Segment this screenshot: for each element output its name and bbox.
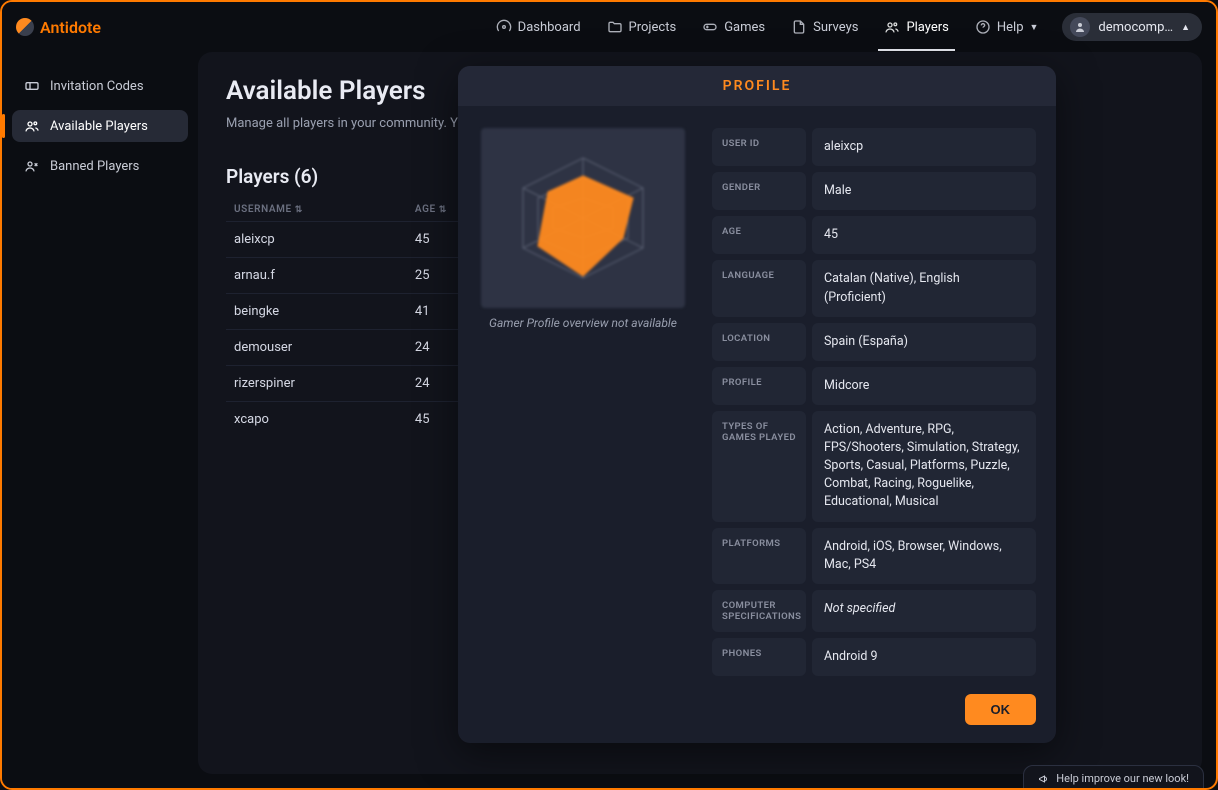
field-value: Midcore	[812, 367, 1036, 405]
chevron-down-icon: ▼	[1030, 22, 1039, 33]
cell-username: rizerspiner	[226, 366, 407, 402]
field-gender: GENDER Male	[712, 172, 1036, 210]
col-label: AGE	[415, 204, 436, 215]
nav-label: Help	[997, 20, 1024, 35]
file-icon	[791, 19, 807, 35]
nav-label: Dashboard	[518, 20, 581, 35]
field-label: PROFILE	[712, 367, 806, 405]
users-icon	[24, 118, 40, 134]
field-age: AGE 45	[712, 216, 1036, 254]
field-value: Not specified	[812, 590, 1036, 632]
sort-icon: ⇅	[295, 205, 303, 215]
col-label: USERNAME	[234, 204, 292, 215]
field-phones: PHONES Android 9	[712, 638, 1036, 676]
field-label: GENDER	[712, 172, 806, 210]
megaphone-icon	[1038, 773, 1050, 785]
field-label: LANGUAGE	[712, 260, 806, 316]
folder-icon	[607, 19, 623, 35]
nav-games[interactable]: Games	[692, 13, 775, 41]
gamepad-icon	[702, 19, 718, 35]
help-improve-label: Help improve our new look!	[1056, 772, 1189, 785]
sidebar-label: Available Players	[50, 119, 148, 134]
nav-projects[interactable]: Projects	[597, 13, 687, 41]
field-value: 45	[812, 216, 1036, 254]
radar-chart	[481, 128, 685, 308]
field-value: Android 9	[812, 638, 1036, 676]
nav-surveys[interactable]: Surveys	[781, 13, 868, 41]
field-value: Android, iOS, Browser, Windows, Mac, PS4	[812, 528, 1036, 584]
chevron-up-icon: ▲	[1181, 22, 1190, 33]
field-label: TYPES OF GAMES PLAYED	[712, 411, 806, 522]
nav-label: Projects	[629, 20, 677, 35]
help-circle-icon	[975, 19, 991, 35]
help-improve-tab[interactable]: Help improve our new look!	[1023, 765, 1204, 790]
sidebar-item-banned-players[interactable]: Banned Players	[12, 150, 188, 182]
cell-username: beingke	[226, 294, 407, 330]
field-platforms: PLATFORMS Android, iOS, Browser, Windows…	[712, 528, 1036, 584]
sort-icon: ⇅	[439, 205, 447, 215]
field-value: Spain (España)	[812, 323, 1036, 361]
gauge-icon	[496, 19, 512, 35]
avatar-icon	[1070, 17, 1090, 37]
sidebar-item-available-players[interactable]: Available Players	[12, 110, 188, 142]
user-x-icon	[24, 158, 40, 174]
field-label: PHONES	[712, 638, 806, 676]
user-label: democomp…	[1098, 20, 1173, 35]
sidebar-item-invitation-codes[interactable]: Invitation Codes	[12, 70, 188, 102]
field-language: LANGUAGE Catalan (Native), English (Prof…	[712, 260, 1036, 316]
field-user-id: USER ID aleixcp	[712, 128, 1036, 166]
users-icon	[884, 19, 900, 35]
field-label: LOCATION	[712, 323, 806, 361]
nav-help[interactable]: Help ▼	[965, 13, 1049, 41]
field-profile: PROFILE Midcore	[712, 367, 1036, 405]
nav-label: Surveys	[813, 20, 858, 35]
nav-label: Players	[906, 20, 948, 35]
cell-username: xcapo	[226, 402, 407, 438]
field-value: Action, Adventure, RPG, FPS/Shooters, Si…	[812, 411, 1036, 522]
field-types-of-games: TYPES OF GAMES PLAYED Action, Adventure,…	[712, 411, 1036, 522]
cell-username: arnau.f	[226, 258, 407, 294]
field-computer-specs: COMPUTER SPECIFICATIONS Not specified	[712, 590, 1036, 632]
field-label: AGE	[712, 216, 806, 254]
main-content: Available Players Manage all players in …	[198, 52, 1202, 774]
col-username[interactable]: USERNAME⇅	[226, 198, 407, 222]
top-nav: Antidote Dashboard Projects Games S	[2, 2, 1216, 52]
cell-username: aleixcp	[226, 222, 407, 258]
field-value: Male	[812, 172, 1036, 210]
sidebar-label: Invitation Codes	[50, 79, 144, 94]
ok-button[interactable]: OK	[965, 694, 1037, 725]
brand-logo[interactable]: Antidote	[16, 18, 101, 37]
radar-caption: Gamer Profile overview not available	[478, 316, 688, 330]
field-value: aleixcp	[812, 128, 1036, 166]
ticket-icon	[24, 78, 40, 94]
cell-username: demouser	[226, 330, 407, 366]
user-menu[interactable]: democomp… ▲	[1062, 13, 1202, 41]
field-label: COMPUTER SPECIFICATIONS	[712, 590, 806, 632]
nav-players[interactable]: Players	[874, 13, 958, 41]
sidebar: Invitation Codes Available Players Banne…	[2, 52, 198, 788]
brand-name: Antidote	[40, 18, 101, 37]
field-value: Catalan (Native), English (Proficient)	[812, 260, 1036, 316]
logo-icon	[16, 18, 34, 36]
field-location: LOCATION Spain (España)	[712, 323, 1036, 361]
nav-label: Games	[724, 20, 765, 35]
nav-dashboard[interactable]: Dashboard	[486, 13, 591, 41]
field-label: PLATFORMS	[712, 528, 806, 584]
profile-modal: PROFILE	[458, 66, 1056, 743]
modal-title: PROFILE	[458, 66, 1056, 106]
field-label: USER ID	[712, 128, 806, 166]
sidebar-label: Banned Players	[50, 159, 139, 174]
